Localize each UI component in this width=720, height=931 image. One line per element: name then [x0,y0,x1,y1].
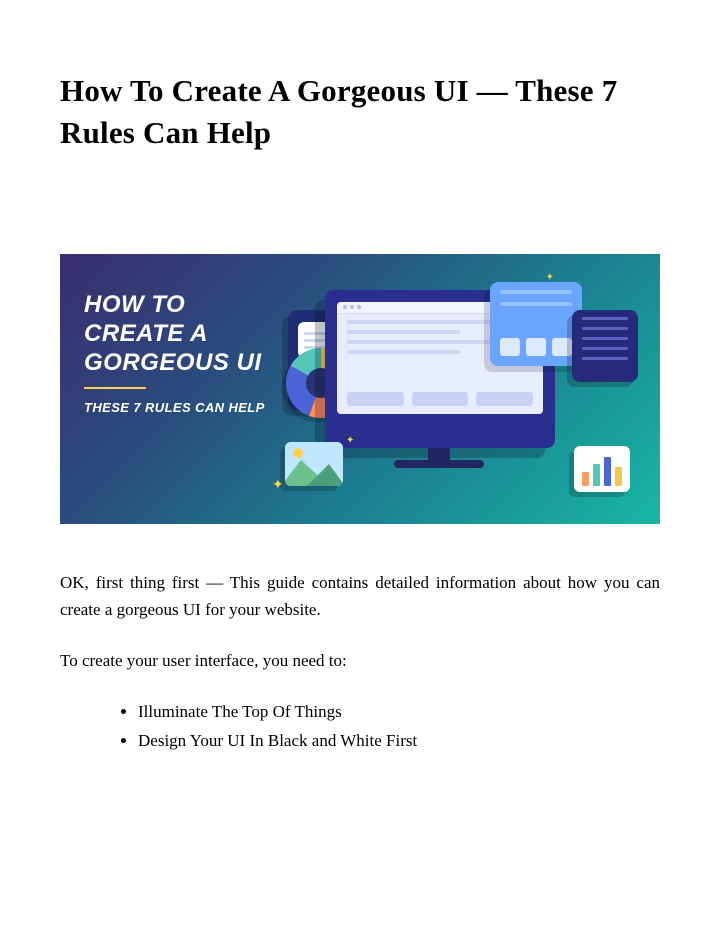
rules-list: Illuminate The Top Of Things Design Your… [60,698,660,756]
panel-card-graphic [490,282,582,366]
intro-paragraph-1: OK, first thing first — This guide conta… [60,569,660,623]
list-card-graphic [572,310,638,382]
list-item: Design Your UI In Black and White First [138,727,660,756]
intro-paragraph-2: To create your user interface, you need … [60,647,660,674]
hero-text-block: HOW TO CREATE A GORGEOUS UI THESE 7 RULE… [84,290,284,417]
sparkle-icon: ✦ [272,477,284,494]
bar-chart-icon [574,446,630,492]
hero-subtitle: THESE 7 RULES CAN HELP [84,399,284,417]
hero-title: HOW TO CREATE A GORGEOUS UI [84,290,284,378]
hero-banner: HOW TO CREATE A GORGEOUS UI THESE 7 RULE… [60,254,660,524]
sparkle-icon: ✦ [546,272,554,283]
list-item: Illuminate The Top Of Things [138,698,660,727]
sparkle-icon: ✦ [346,435,354,446]
image-card-icon [285,442,343,486]
monitor-stand-base [394,460,484,468]
page-title: How To Create A Gorgeous UI — These 7 Ru… [60,70,660,154]
hero-divider [84,387,146,389]
